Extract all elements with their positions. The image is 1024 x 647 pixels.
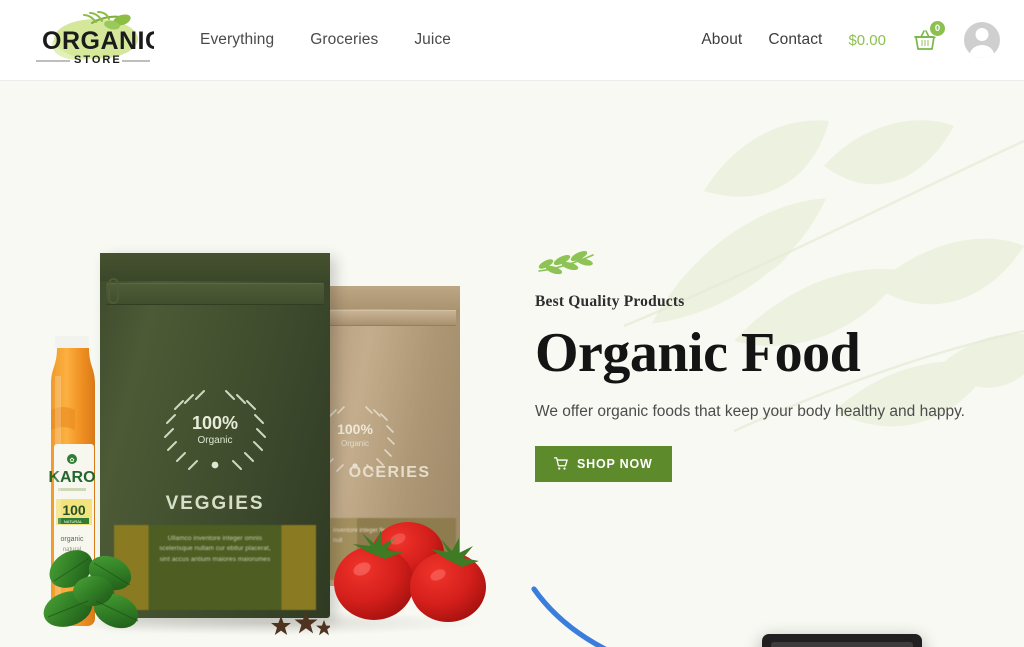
bag-top-fold-front [100,253,330,281]
tomatoes-image [334,522,486,622]
hero-eyebrow: Best Quality Products [535,293,685,310]
hero-subtitle: We offer organic foods that keep your bo… [535,402,965,420]
logo-icon: ORGANIC STORE [36,11,163,66]
nav-item-groceries[interactable]: Groceries [310,31,378,49]
bag-zipper [329,310,456,326]
svg-text:organic: organic [61,536,84,543]
leaf-sprig-icon [538,250,594,275]
svg-text:ORGANIC: ORGANIC [42,27,154,55]
curved-arrow-pointer [531,586,607,647]
hero-product-image: ✿ KARO 100 NATURAL organic natural 100% … [0,81,512,647]
svg-text:100: 100 [62,502,86,518]
bag-brand-groceries: OCERIES [348,464,431,481]
cart-total: $0.00 [848,31,886,49]
shop-now-label: SHOP NOW [577,456,653,471]
site-header: ORGANIC STORE Everything Groceries Juice… [0,0,1024,81]
bag-label-text-front: Ullamco inventore integer omnis sceleris… [159,535,271,563]
badge-organic-back: Organic [341,439,369,448]
hero-copy: Best Quality Products Organic Food We of… [535,249,1005,482]
page-root: ORGANIC STORE Everything Groceries Juice… [0,0,1024,647]
svg-text:STORE: STORE [74,54,122,66]
bag-hang-notch [108,278,119,304]
svg-text:✿: ✿ [69,457,74,464]
nav-item-about[interactable]: About [701,31,742,49]
nav-item-everything[interactable]: Everything [200,31,274,49]
bag-brand-veggies: VEGGIES [165,493,265,514]
site-logo[interactable]: ORGANIC STORE [30,9,163,71]
shop-now-button[interactable]: SHOP NOW [535,445,672,482]
bag-top-fold [325,286,460,309]
bag-zipper-front [106,283,324,305]
svg-text:NATURAL: NATURAL [64,519,83,524]
organic-badge-front: 100% Organic [164,390,266,470]
language-dropdown-menu[interactable]: ★ ★ ★ ★ ★ Chinese English [762,634,922,647]
badge-percent-back: 100% [337,421,373,437]
page-title: Organic Food [535,322,861,384]
shopping-cart-icon [554,457,568,470]
star-anise-image [271,611,330,636]
cart-button[interactable]: 0 [912,20,946,53]
secondary-navigation: About Contact $0.00 0 [701,20,1024,58]
nav-item-juice[interactable]: Juice [414,31,451,49]
basil-leaves-image [43,550,139,629]
primary-navigation: Everything Groceries Juice [200,31,451,49]
account-avatar[interactable] [964,22,1000,58]
cart-count-badge: 0 [929,20,946,37]
badge-organic-front: Organic [197,435,232,446]
badge-percent-front: 100% [192,413,238,433]
nav-item-contact[interactable]: Contact [768,31,822,49]
language-option-chinese[interactable]: ★ ★ ★ ★ ★ Chinese [771,642,913,647]
hero-section: ✿ KARO 100 NATURAL organic natural 100% … [0,81,1024,647]
